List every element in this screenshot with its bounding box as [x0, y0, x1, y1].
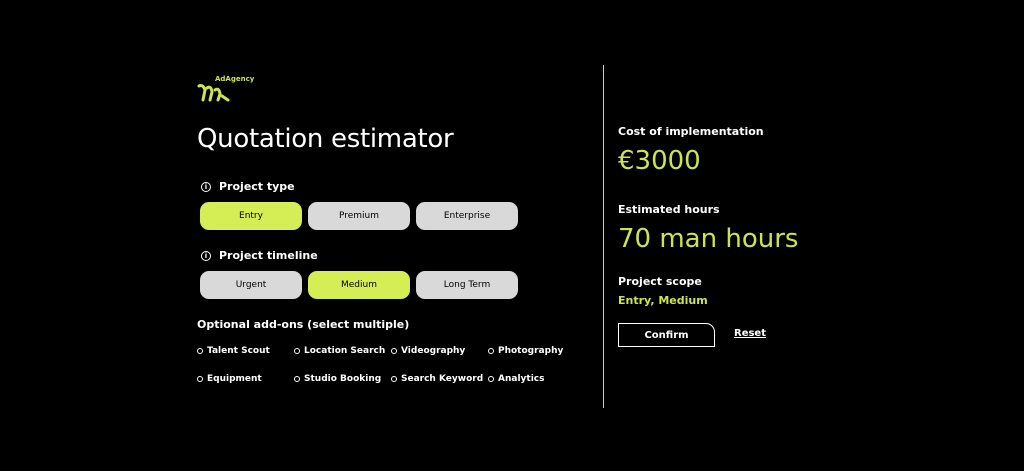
addon-label: Studio Booking: [304, 374, 382, 384]
hours-label: Estimated hours: [618, 203, 720, 216]
project-type-section: i Project type: [201, 180, 295, 193]
radio-icon: [294, 348, 300, 354]
radio-icon: [391, 376, 397, 382]
page-title: Quotation estimator: [197, 124, 454, 154]
info-icon[interactable]: i: [201, 181, 211, 192]
addon-videography[interactable]: Videography: [391, 346, 465, 356]
project-type-label: Project type: [219, 180, 295, 193]
addon-location-search[interactable]: Location Search: [294, 346, 385, 356]
addon-label: Equipment: [207, 374, 262, 384]
addon-photography[interactable]: Photography: [488, 346, 563, 356]
addon-label: Talent Scout: [207, 346, 270, 356]
addon-search-keyword[interactable]: Search Keyword: [391, 374, 483, 384]
addon-studio-booking[interactable]: Studio Booking: [294, 374, 381, 384]
scope-label: Project scope: [618, 275, 702, 288]
radio-icon: [197, 348, 203, 354]
vertical-divider: [603, 65, 604, 408]
confirm-button[interactable]: Confirm: [618, 323, 715, 347]
addon-analytics[interactable]: Analytics: [488, 374, 544, 384]
radio-icon: [197, 376, 203, 382]
brand-logo: AdAgency: [197, 75, 267, 105]
addon-label: Videography: [401, 346, 466, 356]
radio-icon: [488, 348, 494, 354]
addons-label: Optional add-ons (select multiple): [197, 318, 410, 331]
addon-label: Search Keyword: [401, 374, 484, 384]
timeline-option-long-term[interactable]: Long Term: [416, 271, 518, 299]
addon-label: Analytics: [498, 374, 545, 384]
hours-value: 70 man hours: [618, 224, 799, 254]
addon-label: Photography: [498, 346, 564, 356]
addon-equipment[interactable]: Equipment: [197, 374, 262, 384]
project-timeline-label: Project timeline: [219, 249, 318, 262]
cost-label: Cost of implementation: [618, 125, 764, 138]
type-option-enterprise[interactable]: Enterprise: [416, 202, 518, 230]
timeline-option-urgent[interactable]: Urgent: [200, 271, 302, 299]
project-timeline-section: i Project timeline: [201, 249, 318, 262]
scope-value: Entry, Medium: [618, 294, 708, 307]
info-icon[interactable]: i: [201, 250, 211, 261]
type-option-entry[interactable]: Entry: [200, 202, 302, 230]
type-option-premium[interactable]: Premium: [308, 202, 410, 230]
reset-link[interactable]: Reset: [734, 328, 766, 339]
addon-talent-scout[interactable]: Talent Scout: [197, 346, 270, 356]
addon-label: Location Search: [304, 346, 386, 356]
radio-icon: [488, 376, 494, 382]
radio-icon: [391, 348, 397, 354]
radio-icon: [294, 376, 300, 382]
timeline-option-medium[interactable]: Medium: [308, 271, 410, 299]
brand-stripes-icon: [197, 84, 230, 102]
cost-value: €3000: [618, 146, 701, 176]
